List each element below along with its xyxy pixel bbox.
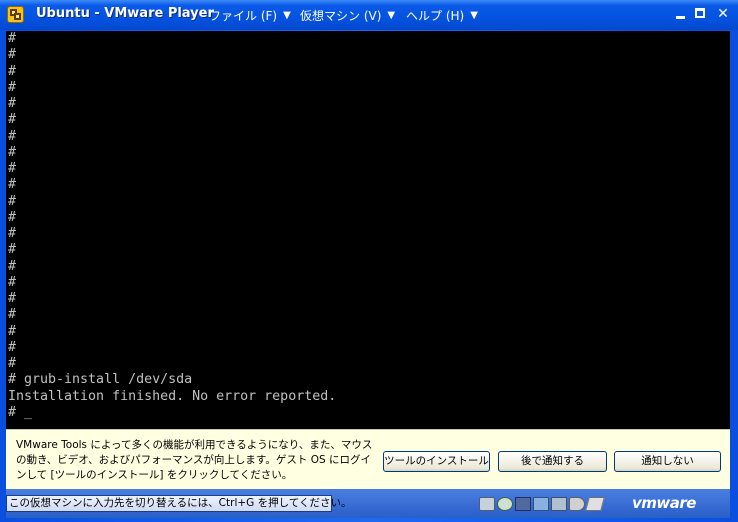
usb-icon[interactable] — [551, 496, 567, 511]
network-icon[interactable] — [533, 496, 549, 511]
menu-help-label: ヘルプ (H) — [406, 9, 465, 23]
message-icon[interactable] — [585, 496, 605, 511]
device-icons — [479, 493, 619, 514]
guest-console[interactable]: # # # # # # # # # # # # # # # # # # # # … — [6, 31, 730, 429]
vmware-logo: vmware — [632, 494, 696, 512]
console-output: # # # # # # # # # # # # # # # # # # # # … — [8, 31, 337, 420]
hard-disk-icon[interactable] — [479, 496, 495, 511]
notification-message: VMware Tools によって多くの機能が利用できるようになり、また、マウス… — [16, 439, 373, 481]
menu-file[interactable]: ファイル (F) ▼ — [209, 7, 291, 24]
dont-notify-button[interactable]: 通知しない — [614, 451, 721, 472]
cd-rom-icon[interactable] — [497, 496, 513, 511]
maximize-icon — [695, 8, 705, 18]
title-bar[interactable]: Ubuntu - VMware Player ファイル (F) ▼ 仮想マシン … — [0, 0, 738, 30]
install-tools-button[interactable]: ツールのインストール — [383, 451, 490, 472]
menu-file-label: ファイル (F) — [209, 9, 278, 23]
chevron-down-icon: ▼ — [470, 10, 478, 21]
remind-later-button[interactable]: 後で通知する — [498, 451, 607, 472]
window-title: Ubuntu - VMware Player — [36, 6, 214, 21]
chevron-down-icon: ▼ — [283, 10, 291, 21]
vmware-app-icon[interactable] — [7, 6, 24, 23]
floppy-icon[interactable] — [515, 496, 531, 511]
minimize-button[interactable] — [674, 7, 688, 21]
status-hint: この仮想マシンに入力先を切り替えるには、Ctrl+G を押してください。 — [6, 495, 352, 512]
close-button[interactable]: ✕ — [716, 7, 730, 21]
status-bar: この仮想マシンに入力先を切り替えるには、Ctrl+G を押してください。 vmw… — [6, 489, 730, 518]
menu-virtual-machine[interactable]: 仮想マシン (V) ▼ — [300, 7, 395, 24]
menu-help[interactable]: ヘルプ (H) ▼ — [406, 7, 478, 24]
sound-icon[interactable] — [569, 496, 585, 511]
close-icon: ✕ — [717, 6, 729, 22]
vmware-player-window: Ubuntu - VMware Player ファイル (F) ▼ 仮想マシン … — [0, 0, 738, 522]
chevron-down-icon: ▼ — [387, 10, 396, 21]
vmware-tools-notification: VMware Tools によって多くの機能が利用できるようになり、また、マウス… — [6, 429, 730, 489]
menu-vm-label: 仮想マシン (V) — [300, 9, 382, 23]
minimize-icon — [676, 16, 685, 19]
maximize-button[interactable] — [694, 7, 708, 21]
